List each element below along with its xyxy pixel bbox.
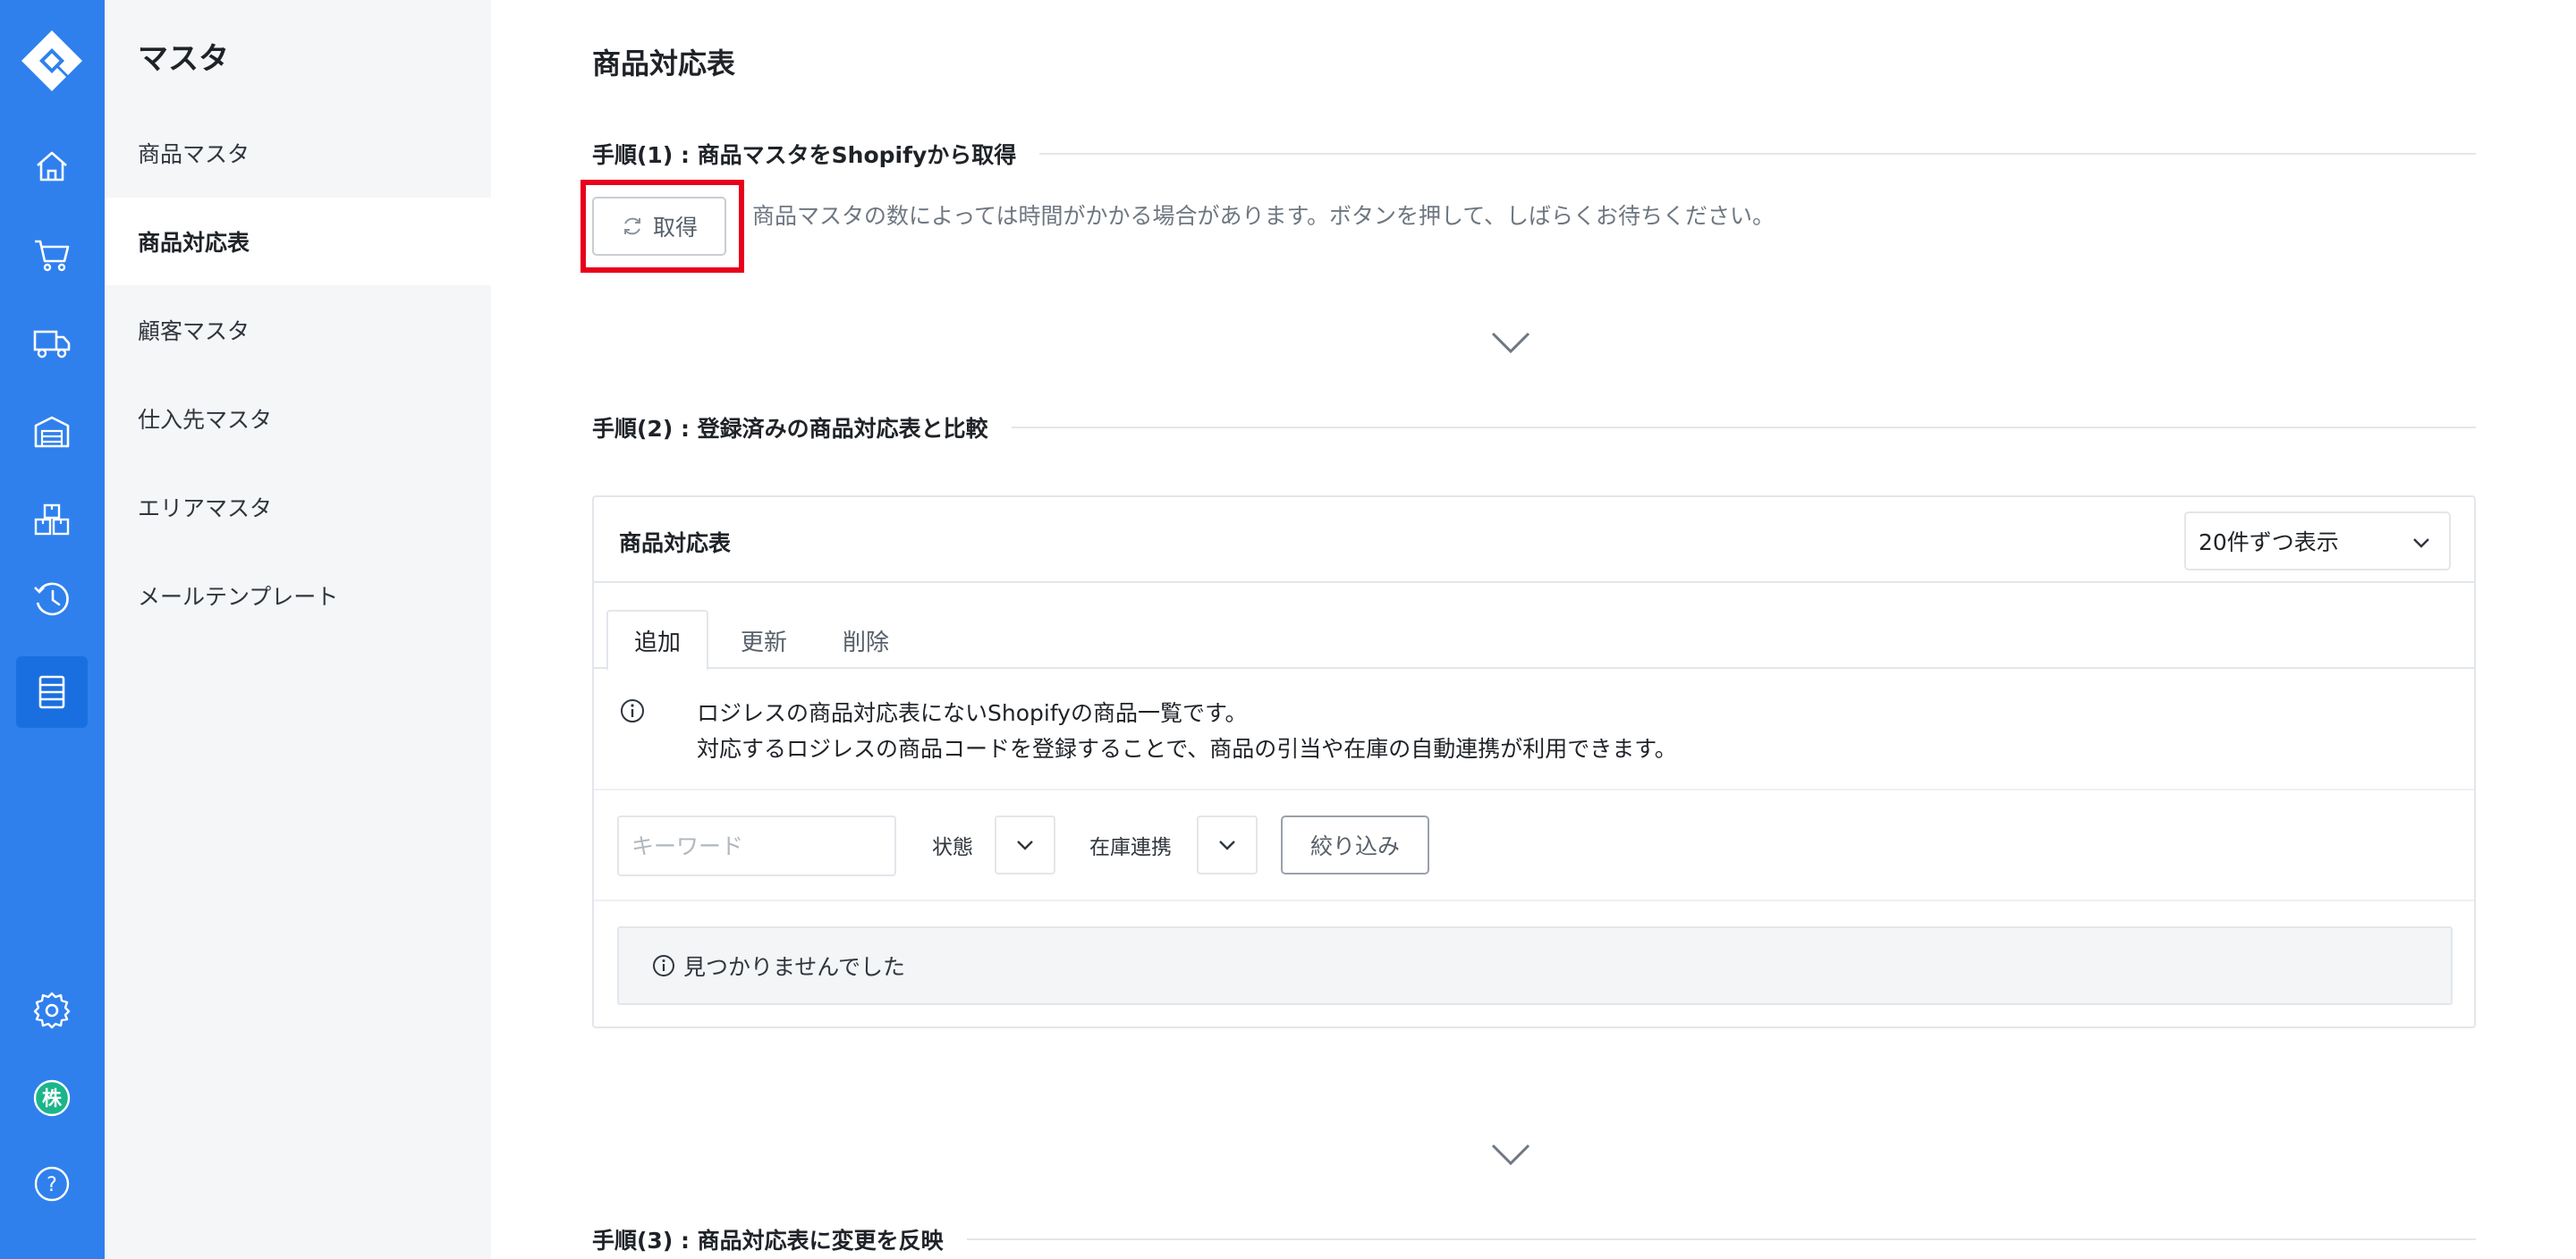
divider (1039, 153, 2476, 155)
step3-label: 手順(3) : 商品対応表に変更を反映 (592, 1228, 944, 1254)
tab-label: 追加 (633, 629, 681, 656)
master-sidebar: マスタ 商品マスタ 商品対応表 顧客マスタ 仕入先マスタ エリアマスタ メールテ… (105, 0, 491, 1259)
per-page-value: 20件ずつ表示 (2199, 529, 2339, 555)
main-content: 商品対応表 手順(1) : 商品マスタをShopifyから取得 取得 商品マスタ… (491, 0, 2576, 1259)
card-title: 商品対応表 (619, 530, 732, 556)
tab-update[interactable]: 更新 (717, 610, 810, 671)
mapping-card: 商品対応表 20件ずつ表示 追加 更新 削除 ロジレスの商品対応表にないShop… (592, 495, 2476, 1028)
tab-add[interactable]: 追加 (606, 610, 708, 671)
chevron-down-icon (1219, 841, 1235, 850)
filter-bar: 状態 在庫連携 絞り込み (594, 790, 2474, 901)
step2-header: 手順(2) : 登録済みの商品対応表と比較 (592, 411, 2476, 444)
help-text: ? (47, 1174, 57, 1196)
truck-icon[interactable] (16, 308, 88, 379)
filter-button[interactable]: 絞り込み (1281, 815, 1429, 875)
info-message: ロジレスの商品対応表にないShopifyの商品一覧です。 対応するロジレスの商品… (594, 669, 2474, 790)
status-select[interactable] (995, 815, 1055, 875)
info-line-1: ロジレスの商品対応表にないShopifyの商品一覧です。 (697, 700, 1248, 726)
sidebar-item-mail-template[interactable]: メールテンプレート (105, 552, 491, 639)
card-header: 商品対応表 20件ずつ表示 (594, 497, 2474, 583)
empty-state: 見つかりませんでした (617, 926, 2453, 1005)
sidebar-title: マスタ (138, 41, 229, 77)
warehouse-icon[interactable] (16, 396, 88, 468)
info-line-2: 対応するロジレスの商品コードを登録することで、商品の引当や在庫の自動連携が利用で… (697, 736, 1677, 762)
divider (966, 1238, 2476, 1240)
stock-link-label: 在庫連携 (1089, 836, 1172, 859)
sidebar-item-label: 顧客マスタ (138, 318, 250, 344)
sidebar-item-label: 商品対応表 (138, 230, 250, 256)
sidebar-item-product-master[interactable]: 商品マスタ (105, 109, 491, 197)
sidebar-item-label: エリアマスタ (138, 495, 273, 521)
empty-message: 見つかりませんでした (683, 954, 906, 980)
sidebar-item-label: 仕入先マスタ (138, 407, 273, 433)
per-page-select[interactable]: 20件ずつ表示 (2184, 511, 2451, 570)
page-title: 商品対応表 (592, 46, 736, 80)
sidebar-item-area-master[interactable]: エリアマスタ (105, 463, 491, 551)
step1-label: 手順(1) : 商品マスタをShopifyから取得 (592, 142, 1017, 168)
step2-label: 手順(2) : 登録済みの商品対応表と比較 (592, 416, 988, 442)
history-icon[interactable] (16, 563, 88, 635)
icon-rail: 株 ? (0, 0, 105, 1259)
tab-label: 削除 (842, 629, 889, 656)
fetch-hint: 商品マスタの数によっては時間がかかる場合があります。ボタンを押して、しばらくお待… (752, 203, 1775, 229)
boxes-icon[interactable] (16, 485, 88, 556)
chevron-down-icon (1017, 841, 1033, 850)
step3-header: 手順(3) : 商品対応表に変更を反映 (592, 1223, 2476, 1255)
refresh-icon (623, 217, 640, 235)
sidebar-item-label: 商品マスタ (138, 141, 250, 167)
help-icon[interactable]: ? (16, 1148, 88, 1220)
tab-label: 更新 (740, 629, 787, 656)
logo-icon[interactable] (20, 29, 84, 93)
info-icon (621, 699, 644, 722)
chevron-down-icon (2413, 538, 2429, 548)
tab-bar: 追加 更新 削除 (594, 583, 2474, 671)
stock-link-select[interactable] (1197, 815, 1258, 875)
step1-header: 手順(1) : 商品マスタをShopifyから取得 (592, 138, 2476, 170)
avatar-text: 株 (42, 1088, 63, 1111)
sidebar-item-customer-master[interactable]: 顧客マスタ (105, 286, 491, 374)
master-list-icon[interactable] (16, 656, 88, 728)
keyword-input[interactable] (617, 815, 896, 876)
home-icon[interactable] (16, 131, 88, 202)
fetch-button-label: 取得 (652, 215, 698, 241)
company-avatar-icon[interactable]: 株 (16, 1062, 88, 1134)
info-icon (653, 955, 674, 976)
status-label: 状態 (932, 836, 973, 859)
sidebar-item-product-mapping[interactable]: 商品対応表 (105, 198, 491, 285)
cart-icon[interactable] (16, 219, 88, 291)
divider (1011, 427, 2476, 428)
tab-delete[interactable]: 削除 (819, 610, 912, 671)
sidebar-item-supplier-master[interactable]: 仕入先マスタ (105, 375, 491, 462)
fetch-button[interactable]: 取得 (592, 197, 726, 256)
chevron-down-icon (1491, 1144, 1530, 1166)
settings-icon[interactable] (16, 975, 88, 1046)
sidebar-item-label: メールテンプレート (138, 584, 339, 610)
chevron-down-icon (1491, 332, 1530, 354)
